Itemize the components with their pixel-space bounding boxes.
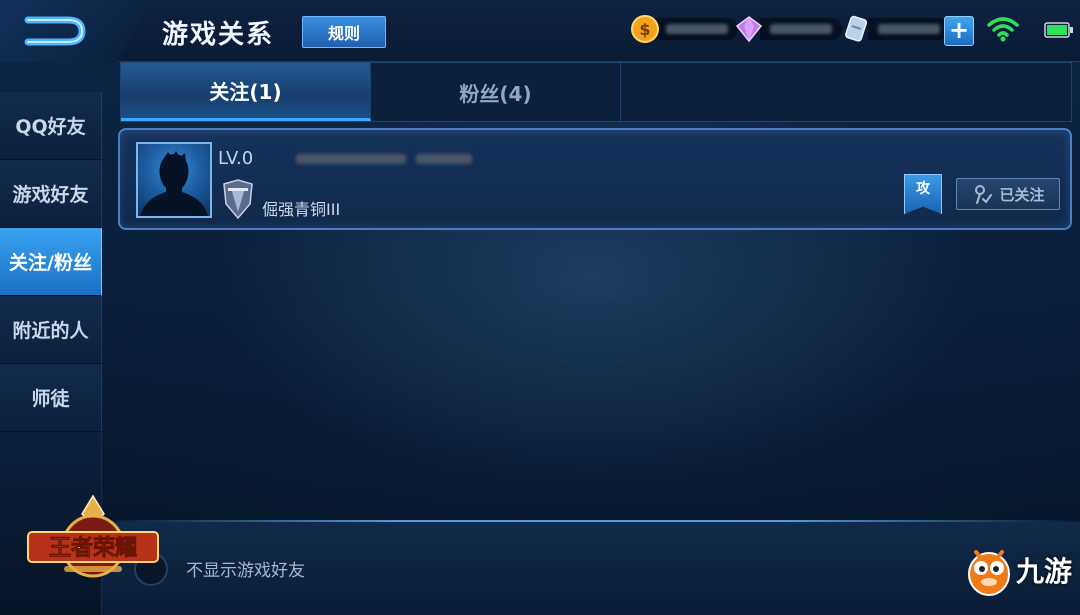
avatar[interactable] [136,142,212,218]
tab-bar: 关注(1) 粉丝(4) [120,62,1072,122]
wifi-icon [987,17,1019,42]
logo-text: 王者荣耀 [49,535,137,561]
player-level: LV.0 [218,148,254,169]
gold-coin-icon: $ [631,15,659,43]
gold-amount [656,18,738,40]
rank-label: 倔强青铜III [262,200,341,219]
page-title: 游戏关系 [162,20,275,50]
jiuyou-watermark: 九游 [966,544,1072,596]
sidebar-item-qq-friends[interactable]: QQ好友 [0,92,102,160]
tab-spacer [621,63,1071,121]
attack-badge[interactable]: 攻 [904,174,942,214]
diamond-icon [735,16,763,43]
sidebar-item-follow-fans[interactable]: 关注/粉丝 [0,228,102,296]
diamond-amount [760,18,842,40]
back-icon [24,16,86,46]
back-button[interactable] [0,0,150,62]
sidebar-item-mentor[interactable]: 师徒 [0,364,102,432]
friend-card[interactable]: LV.0 倔强青铜III 攻 已关注 [118,128,1072,230]
diamond-currency[interactable] [734,14,842,44]
avatar-silhouette-icon [140,151,208,216]
svg-text:$: $ [639,20,650,39]
mascot-icon [968,550,1010,596]
tab-fans[interactable]: 粉丝(4) [371,63,621,121]
battery-icon [1044,22,1073,38]
sidebar-item-nearby[interactable]: 附近的人 [0,296,102,364]
coupon-amount [868,18,950,40]
recharge-button[interactable]: + [944,16,974,46]
sidebar-item-game-friends[interactable]: 游戏好友 [0,160,102,228]
coupon-currency[interactable] [842,14,950,44]
hide-game-friends-label: 不显示游戏好友 [186,561,305,581]
top-bar: 游戏关系 规则 $ + [0,0,1080,62]
footer-divider [102,520,1080,522]
player-name-redacted [296,154,472,164]
game-relations-screen: 游戏关系 规则 $ + QQ好友 游戏好友 关注/粉丝 附近的人 师徒 关注(1… [0,0,1080,615]
rules-button[interactable]: 规则 [302,16,386,48]
sidebar: QQ好友 游戏好友 关注/粉丝 附近的人 师徒 [0,92,102,432]
watermark-text: 九游 [1016,555,1073,588]
game-logo: 王者荣耀 [27,494,159,578]
rank-shield-icon [223,179,253,220]
followed-button[interactable]: 已关注 [956,178,1060,210]
followed-label: 已关注 [999,185,1045,204]
followed-icon [975,185,993,204]
tab-following[interactable]: 关注(1) [121,63,371,121]
plus-icon: + [948,16,970,44]
gold-currency[interactable]: $ [630,14,738,44]
coupon-icon [845,15,868,42]
